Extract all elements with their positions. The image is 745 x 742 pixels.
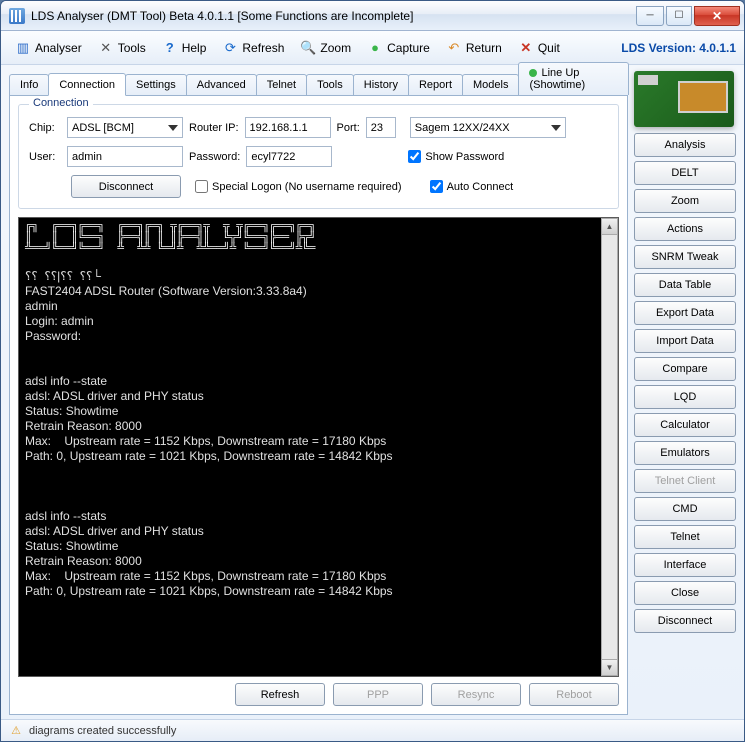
show-password-check[interactable]: Show Password — [408, 150, 504, 163]
zoom-tool[interactable]: 🔍Zoom — [294, 37, 357, 59]
tab-report[interactable]: Report — [408, 74, 463, 95]
interface-button[interactable]: Interface — [634, 553, 736, 577]
cmd-button[interactable]: CMD — [634, 497, 736, 521]
analyser-tool[interactable]: ▥Analyser — [9, 37, 88, 59]
tab-advanced[interactable]: Advanced — [186, 74, 257, 95]
terminal-text: ⸮⸮ ⸮⸮|⸮⸮ ⸮⸮└ FAST2404 ADSL Router (Softw… — [25, 269, 393, 598]
resync-button[interactable]: Resync — [431, 683, 521, 706]
port-label: Port: — [337, 122, 360, 134]
auto-connect-check[interactable]: Auto Connect — [430, 180, 514, 193]
main-toolbar: ▥Analyser ✕Tools ?Help ⟳Refresh 🔍Zoom ●C… — [1, 31, 744, 65]
tab-models[interactable]: Models — [462, 74, 519, 95]
scroll-up-icon[interactable]: ▲ — [601, 218, 618, 235]
quit-icon: ✕ — [518, 40, 534, 56]
ascii-banner: ╔╗ ╔══╗╔══╗ ╔══╗╔═╗ ╦╔══╗╦ ╦ ╦╔══╗╔══╗╔═… — [25, 222, 612, 255]
compare-button[interactable]: Compare — [634, 357, 736, 381]
quit-tool[interactable]: ✕Quit — [512, 37, 566, 59]
side-panel: Analysis DELT Zoom Actions SNRM Tweak Da… — [634, 71, 736, 715]
return-tool[interactable]: ↶Return — [440, 37, 508, 59]
refresh-icon: ⟳ — [222, 40, 238, 56]
tab-settings[interactable]: Settings — [125, 74, 187, 95]
connection-group: Connection Chip: ADSL [BCM] Router IP: P… — [18, 104, 619, 209]
chip-select[interactable]: ADSL [BCM] — [67, 117, 183, 138]
scroll-down-icon[interactable]: ▼ — [601, 659, 618, 676]
chart-icon: ▥ — [15, 40, 31, 56]
scroll-track[interactable] — [601, 235, 618, 659]
pcb-image — [634, 71, 734, 127]
refresh-button[interactable]: Refresh — [235, 683, 325, 706]
emulators-button[interactable]: Emulators — [634, 441, 736, 465]
capture-tool[interactable]: ●Capture — [361, 37, 436, 59]
terminal-scrollbar[interactable]: ▲ ▼ — [601, 218, 618, 676]
telnet-client-button[interactable]: Telnet Client — [634, 469, 736, 493]
tab-connection[interactable]: Connection — [48, 73, 126, 96]
minimize-button[interactable]: ─ — [636, 6, 664, 26]
lqd-button[interactable]: LQD — [634, 385, 736, 409]
capture-icon: ● — [367, 40, 383, 56]
tab-history[interactable]: History — [353, 74, 409, 95]
disconnect-button[interactable]: Disconnect — [71, 175, 181, 198]
model-select[interactable]: Sagem 12XX/24XX — [410, 117, 566, 138]
statusbar: ⚠ diagrams created successfully — [1, 719, 744, 741]
actions-button[interactable]: Actions — [634, 217, 736, 241]
analysis-button[interactable]: Analysis — [634, 133, 736, 157]
app-icon — [9, 8, 25, 24]
main-window: LDS Analyser (DMT Tool) Beta 4.0.1.1 [So… — [0, 0, 745, 742]
router-ip-input[interactable] — [245, 117, 331, 138]
version-label: LDS Version: 4.0.1.1 — [621, 41, 736, 55]
tab-telnet[interactable]: Telnet — [256, 74, 307, 95]
close-button[interactable]: Close — [634, 581, 736, 605]
tab-lineup[interactable]: Line Up (Showtime) — [518, 62, 629, 95]
router-ip-label: Router IP: — [189, 122, 239, 134]
maximize-button[interactable]: ☐ — [666, 6, 692, 26]
delt-button[interactable]: DELT — [634, 161, 736, 185]
help-tool[interactable]: ?Help — [156, 37, 213, 59]
tab-info[interactable]: Info — [9, 74, 49, 95]
ppp-button[interactable]: PPP — [333, 683, 423, 706]
special-logon-check[interactable]: Special Logon (No username required) — [195, 180, 402, 193]
tools-tool[interactable]: ✕Tools — [92, 37, 152, 59]
zoom-icon: 🔍 — [300, 40, 316, 56]
refresh-tool[interactable]: ⟳Refresh — [216, 37, 290, 59]
group-legend: Connection — [29, 97, 93, 109]
data-table-button[interactable]: Data Table — [634, 273, 736, 297]
status-dot-icon — [529, 69, 537, 77]
import-data-button[interactable]: Import Data — [634, 329, 736, 353]
export-data-button[interactable]: Export Data — [634, 301, 736, 325]
status-message: diagrams created successfully — [29, 725, 176, 737]
chip-label: Chip: — [29, 122, 61, 134]
side-disconnect-button[interactable]: Disconnect — [634, 609, 736, 633]
tabstrip: Info Connection Settings Advanced Telnet… — [9, 71, 628, 95]
terminal-container: ╔╗ ╔══╗╔══╗ ╔══╗╔═╗ ╦╔══╗╦ ╦ ╦╔══╗╔══╗╔═… — [18, 217, 619, 677]
window-controls: ─ ☐ ✕ — [634, 6, 740, 26]
password-input[interactable] — [246, 146, 332, 167]
zoom-button[interactable]: Zoom — [634, 189, 736, 213]
reboot-button[interactable]: Reboot — [529, 683, 619, 706]
telnet-button[interactable]: Telnet — [634, 525, 736, 549]
main-column: Info Connection Settings Advanced Telnet… — [9, 71, 628, 715]
titlebar: LDS Analyser (DMT Tool) Beta 4.0.1.1 [So… — [1, 1, 744, 31]
window-close-button[interactable]: ✕ — [694, 6, 740, 26]
connection-panel: Connection Chip: ADSL [BCM] Router IP: P… — [9, 95, 628, 715]
warning-icon: ⚠ — [9, 724, 23, 738]
port-input[interactable] — [366, 117, 396, 138]
help-icon: ? — [162, 40, 178, 56]
password-label: Password: — [189, 151, 240, 163]
user-input[interactable] — [67, 146, 183, 167]
return-icon: ↶ — [446, 40, 462, 56]
client-area: Info Connection Settings Advanced Telnet… — [1, 65, 744, 719]
tab-tools[interactable]: Tools — [306, 74, 354, 95]
bottom-buttons: Refresh PPP Resync Reboot — [18, 683, 619, 706]
window-title: LDS Analyser (DMT Tool) Beta 4.0.1.1 [So… — [31, 9, 634, 23]
calculator-button[interactable]: Calculator — [634, 413, 736, 437]
terminal-output[interactable]: ╔╗ ╔══╗╔══╗ ╔══╗╔═╗ ╦╔══╗╦ ╦ ╦╔══╗╔══╗╔═… — [19, 218, 618, 676]
user-label: User: — [29, 151, 61, 163]
wrench-icon: ✕ — [98, 40, 114, 56]
snrm-tweak-button[interactable]: SNRM Tweak — [634, 245, 736, 269]
